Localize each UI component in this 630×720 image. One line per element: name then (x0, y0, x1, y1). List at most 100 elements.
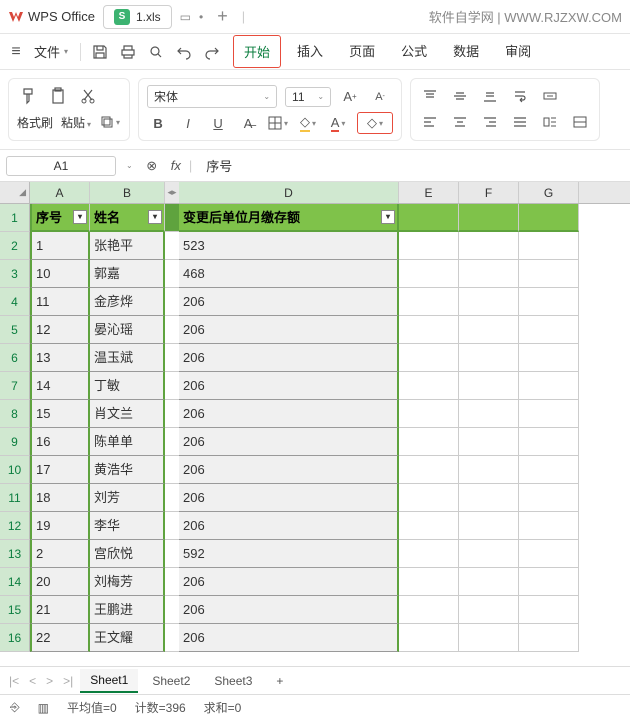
cell[interactable] (399, 456, 459, 484)
col-header-b[interactable]: B (90, 182, 165, 203)
underline-icon[interactable]: U (207, 112, 229, 134)
cell[interactable] (519, 512, 579, 540)
header-cell[interactable]: 姓名▾ (90, 204, 165, 232)
select-all-corner[interactable]: ◢ (0, 182, 30, 203)
cell[interactable]: 206 (179, 456, 399, 484)
cell[interactable] (519, 428, 579, 456)
cut-icon[interactable] (77, 85, 99, 107)
col-header-d[interactable]: D (179, 182, 399, 203)
cell[interactable] (519, 372, 579, 400)
cell[interactable] (399, 596, 459, 624)
cell[interactable] (459, 568, 519, 596)
cell[interactable] (519, 260, 579, 288)
cell[interactable] (519, 568, 579, 596)
cell[interactable]: 丁敏 (90, 372, 165, 400)
copy-icon[interactable]: ▾ (99, 111, 121, 133)
row-header[interactable]: 16 (0, 624, 30, 652)
sheet-tab-3[interactable]: Sheet3 (204, 670, 262, 692)
cell[interactable] (519, 596, 579, 624)
decrease-font-icon[interactable]: A- (369, 86, 391, 108)
cell[interactable]: 206 (179, 512, 399, 540)
cell[interactable] (399, 540, 459, 568)
file-tab[interactable]: S 1.xls (103, 5, 172, 29)
row-header[interactable]: 1 (0, 204, 30, 232)
row-header[interactable]: 12 (0, 512, 30, 540)
name-box[interactable]: A1 (6, 156, 116, 176)
align-bottom-icon[interactable] (479, 85, 501, 107)
sheet-nav-last-icon[interactable]: >| (60, 674, 76, 688)
menu-data[interactable]: 数据 (443, 35, 489, 68)
cell[interactable] (519, 288, 579, 316)
cell[interactable]: 523 (179, 232, 399, 260)
tab-close-icon[interactable]: • (199, 10, 203, 24)
cell[interactable]: 王鹏进 (90, 596, 165, 624)
menu-insert[interactable]: 插入 (287, 35, 333, 68)
indent-icon[interactable] (539, 111, 561, 133)
cell[interactable]: 张艳平 (90, 232, 165, 260)
cell[interactable] (399, 400, 459, 428)
filter-icon[interactable]: ▾ (148, 210, 162, 224)
fill-color-icon[interactable]: ◇▾ (297, 112, 319, 134)
wrap-text-icon[interactable] (509, 85, 531, 107)
cell[interactable]: 陈单单 (90, 428, 165, 456)
cell[interactable]: 206 (179, 344, 399, 372)
cell[interactable]: 1 (30, 232, 90, 260)
cell[interactable] (399, 288, 459, 316)
fx-icon[interactable]: fx (171, 158, 181, 173)
add-sheet-icon[interactable]: + (266, 670, 293, 692)
cell[interactable] (459, 316, 519, 344)
cell[interactable] (399, 344, 459, 372)
cell[interactable]: 206 (179, 372, 399, 400)
cell[interactable]: 王文耀 (90, 624, 165, 652)
cell[interactable]: 206 (179, 316, 399, 344)
save-icon[interactable] (87, 39, 113, 65)
cancel-icon[interactable]: ⊗ (141, 155, 163, 177)
cell[interactable]: 2 (30, 540, 90, 568)
sheet-nav-first-icon[interactable]: |< (6, 674, 22, 688)
row-header[interactable]: 9 (0, 428, 30, 456)
cell[interactable] (519, 316, 579, 344)
col-header-e[interactable]: E (399, 182, 459, 203)
header-cell[interactable]: 变更后单位月缴存额▾ (179, 204, 399, 232)
cell[interactable]: 金彦烨 (90, 288, 165, 316)
cell[interactable]: 18 (30, 484, 90, 512)
align-center-icon[interactable] (449, 111, 471, 133)
cell[interactable] (459, 484, 519, 512)
header-cell[interactable]: 序号▾ (30, 204, 90, 232)
font-name-select[interactable]: 宋体⌄ (147, 85, 277, 108)
justify-icon[interactable] (509, 111, 531, 133)
format-brush-icon[interactable] (17, 85, 39, 107)
formula-input[interactable]: 序号 (200, 154, 624, 177)
cell[interactable]: 206 (179, 484, 399, 512)
row-header[interactable]: 11 (0, 484, 30, 512)
paste-label[interactable]: 粘贴▾ (61, 114, 91, 131)
cell[interactable]: 黄浩华 (90, 456, 165, 484)
font-color-icon[interactable]: A▾ (327, 112, 349, 134)
menu-review[interactable]: 审阅 (495, 35, 541, 68)
cell[interactable]: 206 (179, 596, 399, 624)
cell[interactable] (519, 456, 579, 484)
sheet-tab-1[interactable]: Sheet1 (80, 669, 138, 693)
cell[interactable]: 10 (30, 260, 90, 288)
merge-icon[interactable] (539, 85, 561, 107)
cell[interactable]: 宫欣悦 (90, 540, 165, 568)
row-header[interactable]: 5 (0, 316, 30, 344)
row-header[interactable]: 10 (0, 456, 30, 484)
row-header[interactable]: 2 (0, 232, 30, 260)
cell[interactable]: 22 (30, 624, 90, 652)
clear-format-icon[interactable]: ◇▾ (357, 112, 393, 134)
cell[interactable] (399, 568, 459, 596)
cell[interactable] (459, 400, 519, 428)
bold-icon[interactable]: B (147, 112, 169, 134)
cell[interactable]: 刘梅芳 (90, 568, 165, 596)
strikethrough-icon[interactable]: A̶ (237, 112, 259, 134)
undo-icon[interactable] (171, 39, 197, 65)
row-header[interactable]: 3 (0, 260, 30, 288)
cell[interactable] (519, 624, 579, 652)
cell[interactable]: 20 (30, 568, 90, 596)
cell[interactable]: 206 (179, 624, 399, 652)
cell[interactable]: 晏沁瑶 (90, 316, 165, 344)
cell[interactable]: 206 (179, 400, 399, 428)
row-header[interactable]: 8 (0, 400, 30, 428)
sheet-tab-2[interactable]: Sheet2 (142, 670, 200, 692)
